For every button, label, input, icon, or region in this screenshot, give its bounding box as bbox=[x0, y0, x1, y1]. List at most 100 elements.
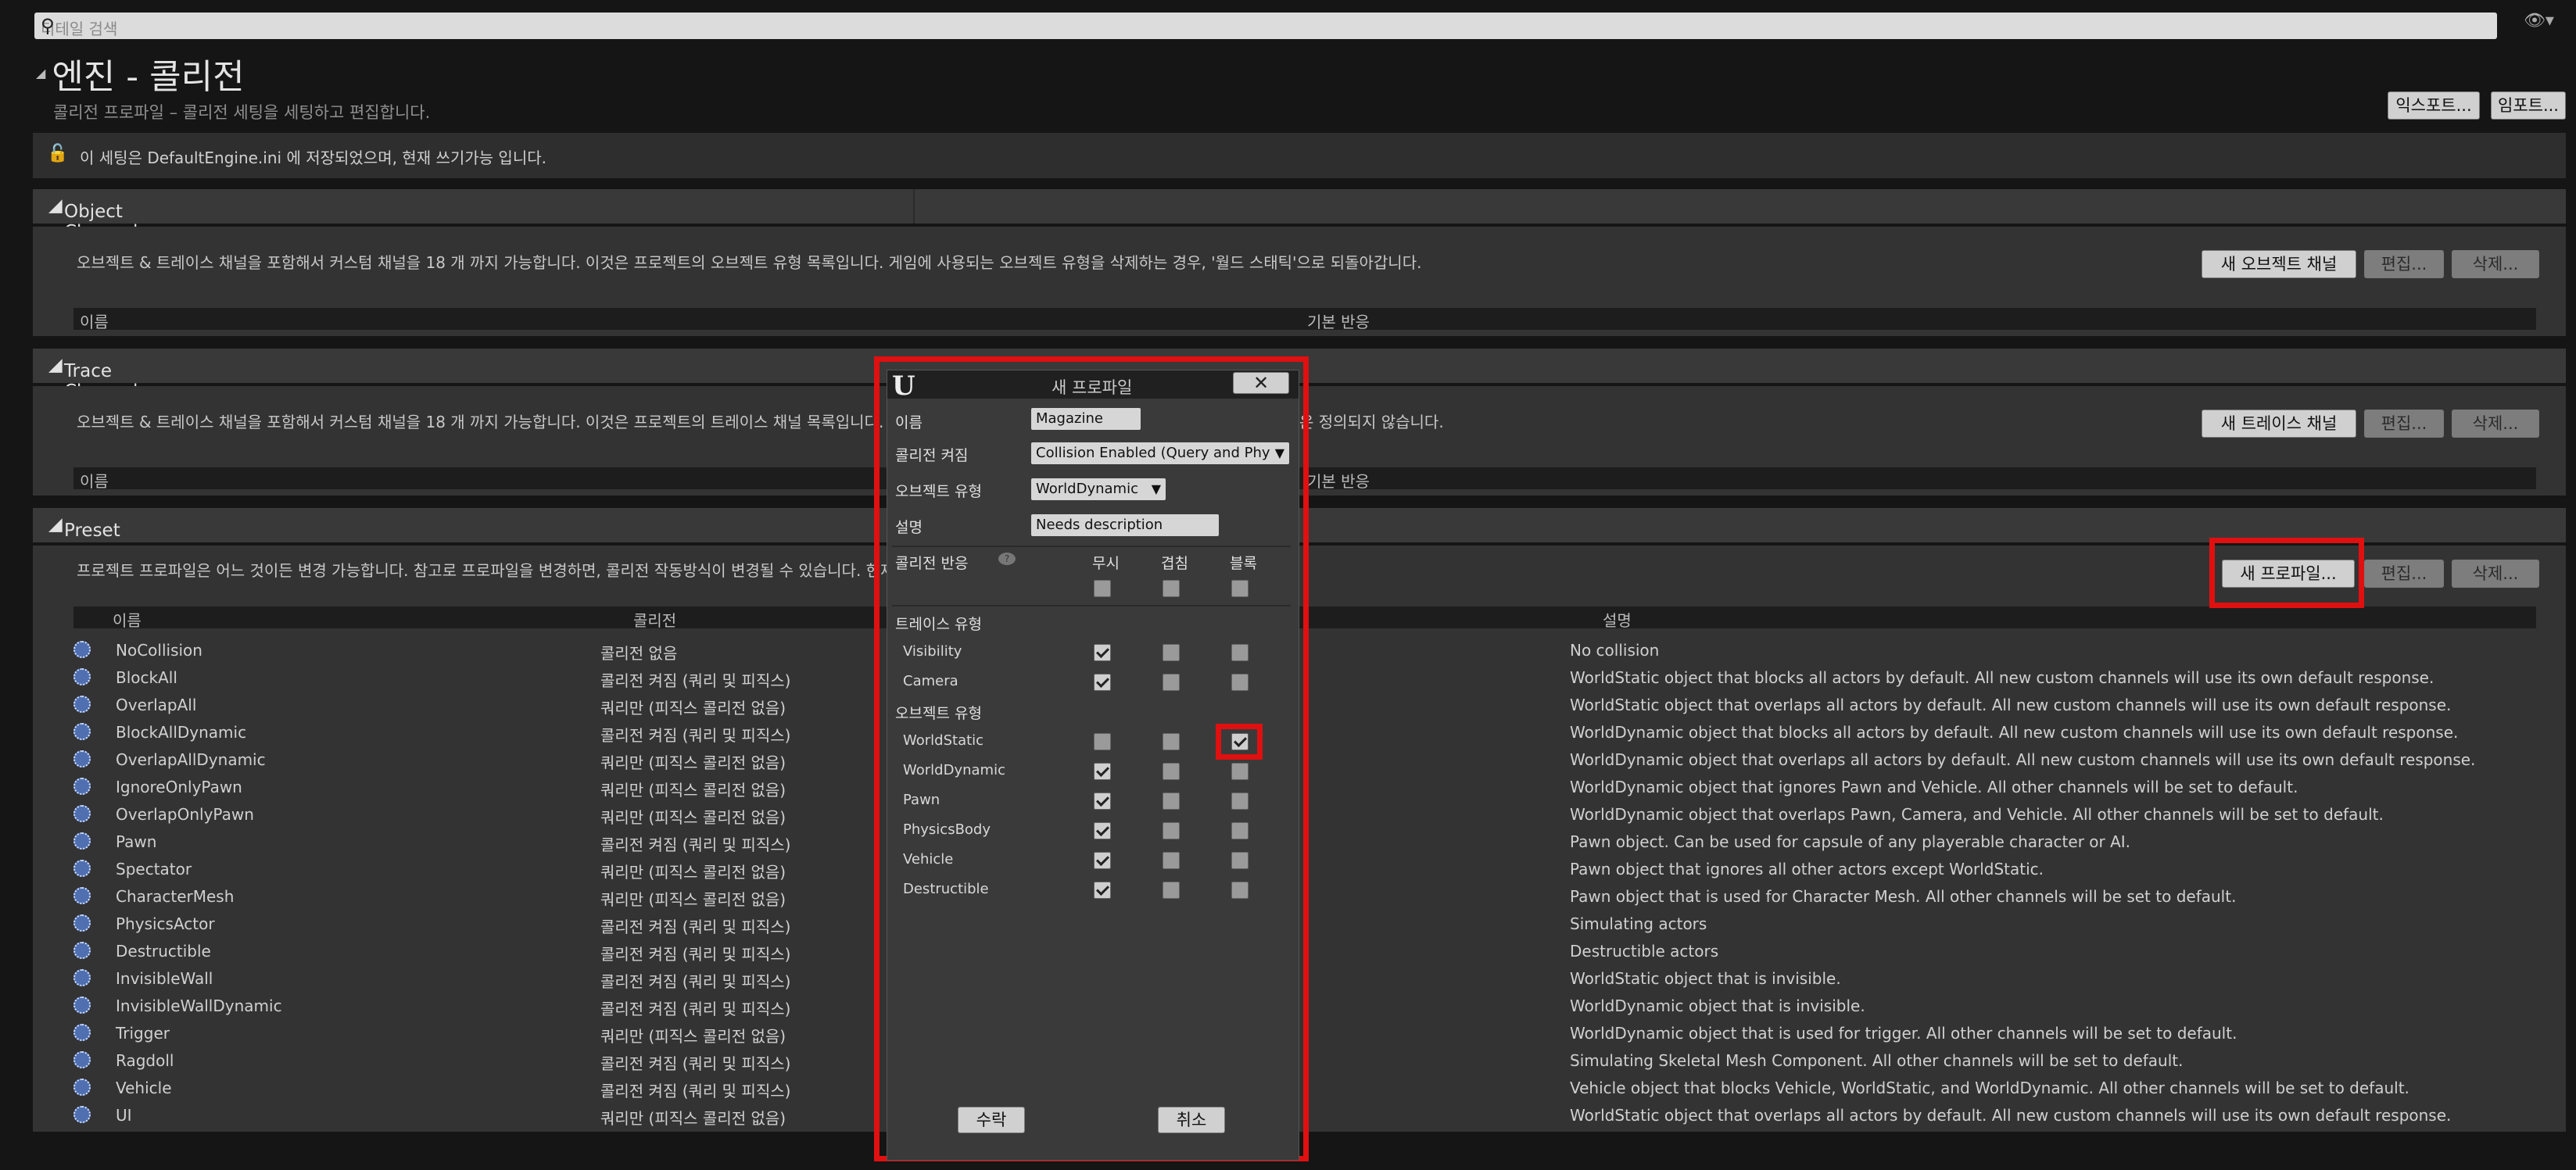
ignore-checkbox[interactable] bbox=[1094, 882, 1111, 899]
channel-name: WorldStatic bbox=[903, 732, 984, 749]
collision-response-label: 콜리전 반응 bbox=[895, 555, 969, 572]
edit-trace-channel-button[interactable]: 편집... bbox=[2364, 410, 2444, 438]
object-channels-table-header: 이름 기본 반응 bbox=[73, 308, 2536, 331]
all-overlap-checkbox[interactable] bbox=[1163, 580, 1180, 597]
name-label: 이름 bbox=[895, 414, 923, 431]
profile-description: Destructible actors bbox=[1570, 942, 1719, 961]
collapse-triangle-icon[interactable]: ◢ bbox=[36, 66, 45, 81]
profile-name: CharacterMesh bbox=[116, 887, 235, 906]
profile-name: NoCollision bbox=[116, 641, 202, 660]
overlap-checkbox[interactable] bbox=[1163, 822, 1180, 839]
block-checkbox[interactable] bbox=[1231, 793, 1249, 810]
object-channels-desc: 오브젝트 & 트레이스 채널을 포함해서 커스텀 채널을 18 개 까지 가능합… bbox=[77, 253, 1422, 272]
export-button[interactable]: 익스포트... bbox=[2388, 91, 2480, 120]
trace-channels-desc: 오브젝트 & 트레이스 채널을 포함해서 커스텀 채널을 18 개 까지 가능합… bbox=[77, 413, 884, 431]
profile-description: WorldStatic object that overlaps all act… bbox=[1570, 1106, 2452, 1125]
overlap-checkbox[interactable] bbox=[1163, 852, 1180, 869]
cancel-button[interactable]: 취소 bbox=[1158, 1107, 1225, 1133]
block-checkbox[interactable] bbox=[1231, 852, 1249, 869]
new-profile-dialog: U 새 프로파일 ✕ 이름 Magazine 콜리전 켜짐 Collision … bbox=[887, 370, 1299, 1161]
config-info-text: 이 세팅은 DefaultEngine.ini 에 저장되었으며, 현재 쓰기가… bbox=[80, 148, 546, 167]
preset-desc: 프로젝트 프로파일은 어느 것이든 변경 가능합니다. 참고로 프로파일을 변경… bbox=[77, 561, 915, 580]
overlap-checkbox[interactable] bbox=[1163, 882, 1180, 899]
block-checkbox[interactable] bbox=[1231, 674, 1249, 691]
description-label: 설명 bbox=[895, 519, 923, 536]
ignore-checkbox[interactable] bbox=[1094, 733, 1111, 750]
object-type-dropdown[interactable]: WorldDynamic ▼ bbox=[1031, 478, 1166, 500]
profile-description: Simulating actors bbox=[1570, 914, 1707, 933]
channel-name: PhysicsBody bbox=[903, 821, 991, 838]
dialog-separator bbox=[892, 605, 1291, 606]
block-checkbox[interactable] bbox=[1231, 882, 1249, 899]
col-name: 이름 bbox=[113, 611, 142, 630]
ignore-checkbox[interactable] bbox=[1094, 793, 1111, 810]
profile-description: WorldStatic object that is invisible. bbox=[1570, 969, 1841, 988]
profile-name: InvisibleWall bbox=[116, 969, 213, 988]
object-channels-title: ◢ Object Channels bbox=[48, 195, 147, 242]
all-block-checkbox[interactable] bbox=[1231, 580, 1249, 597]
object-channels-header[interactable]: ◢ Object Channels bbox=[33, 189, 2566, 242]
overlap-checkbox[interactable] bbox=[1163, 733, 1180, 750]
profile-description: WorldStatic object that blocks all actor… bbox=[1570, 668, 2434, 687]
edit-object-channel-button[interactable]: 편집... bbox=[2364, 250, 2444, 278]
profile-collision: 콜리전 없음 bbox=[600, 644, 678, 663]
ignore-checkbox[interactable] bbox=[1094, 763, 1111, 780]
profile-collision: 쿼리만 (피직스 콜리전 없음) bbox=[600, 808, 786, 827]
description-input[interactable]: Needs description bbox=[1031, 514, 1219, 536]
header-divider bbox=[913, 189, 915, 224]
ignore-checkbox[interactable] bbox=[1094, 644, 1111, 661]
profile-name-input[interactable]: Magazine bbox=[1031, 408, 1141, 430]
ignore-checkbox[interactable] bbox=[1094, 674, 1111, 691]
delete-trace-channel-button[interactable]: 삭제... bbox=[2452, 410, 2539, 438]
profile-collision: 쿼리만 (피직스 콜리전 없음) bbox=[600, 753, 786, 772]
gear-icon bbox=[73, 723, 91, 740]
preset-title: ◢ Preset bbox=[48, 514, 120, 541]
col-ignore: 무시 bbox=[1092, 555, 1120, 572]
overlap-checkbox[interactable] bbox=[1163, 763, 1180, 780]
dialog-separator bbox=[892, 546, 1291, 547]
close-icon[interactable]: ✕ bbox=[1233, 372, 1289, 394]
overlap-checkbox[interactable] bbox=[1163, 793, 1180, 810]
profile-description: WorldDynamic object that overlaps all ac… bbox=[1570, 750, 2476, 769]
overlap-checkbox[interactable] bbox=[1163, 674, 1180, 691]
gear-icon bbox=[73, 996, 91, 1014]
profile-name: Spectator bbox=[116, 860, 192, 878]
gear-icon bbox=[73, 696, 91, 713]
import-button[interactable]: 임포트... bbox=[2491, 91, 2566, 120]
ignore-checkbox[interactable] bbox=[1094, 822, 1111, 839]
block-checkbox[interactable] bbox=[1231, 822, 1249, 839]
gear-icon bbox=[73, 641, 91, 658]
delete-object-channel-button[interactable]: 삭제... bbox=[2452, 250, 2539, 278]
col-default-response: 기본 반응 bbox=[1307, 472, 1370, 491]
profile-description: Pawn object. Can be used for capsule of … bbox=[1570, 832, 2131, 851]
accept-button[interactable]: 수락 bbox=[958, 1107, 1025, 1133]
col-block: 블록 bbox=[1230, 555, 1257, 572]
collision-enabled-label: 콜리전 켜짐 bbox=[895, 447, 969, 464]
gear-icon bbox=[73, 942, 91, 959]
collision-enabled-dropdown[interactable]: Collision Enabled (Query and Phy ▼ bbox=[1031, 442, 1289, 464]
gear-icon bbox=[73, 805, 91, 822]
help-icon[interactable]: ? bbox=[998, 553, 1016, 565]
overlap-checkbox[interactable] bbox=[1163, 644, 1180, 661]
magnifier-icon[interactable]: ⚲ bbox=[41, 15, 2489, 37]
gear-icon bbox=[73, 750, 91, 767]
all-ignore-checkbox[interactable] bbox=[1094, 580, 1111, 597]
col-name: 이름 bbox=[80, 472, 109, 491]
new-object-channel-button[interactable]: 새 오브젝트 채널 bbox=[2202, 250, 2356, 278]
dialog-titlebar[interactable]: U 새 프로파일 ✕ bbox=[887, 370, 1299, 402]
col-default-response: 기본 반응 bbox=[1307, 313, 1370, 331]
delete-profile-button[interactable]: 삭제... bbox=[2452, 560, 2539, 588]
eye-icon[interactable]: 👁▾ bbox=[2524, 11, 2554, 30]
profile-description: WorldStatic object that overlaps all act… bbox=[1570, 696, 2452, 714]
details-search-bar[interactable]: 디테일 검색 ⚲ bbox=[34, 13, 2497, 39]
profile-collision: 쿼리만 (피직스 콜리전 없음) bbox=[600, 699, 786, 717]
block-checkbox[interactable] bbox=[1231, 644, 1249, 661]
trace-channels-desc-tail: 은 정의되지 않습니다. bbox=[1299, 413, 1444, 431]
profile-collision: 콜리전 켜짐 (쿼리 및 피직스) bbox=[600, 726, 791, 745]
ignore-checkbox[interactable] bbox=[1094, 852, 1111, 869]
new-trace-channel-button[interactable]: 새 트레이스 채널 bbox=[2202, 410, 2356, 438]
channel-name: Camera bbox=[903, 673, 958, 689]
profile-name: PhysicsActor bbox=[116, 914, 215, 933]
edit-profile-button[interactable]: 편집... bbox=[2364, 560, 2444, 588]
block-checkbox[interactable] bbox=[1231, 763, 1249, 780]
